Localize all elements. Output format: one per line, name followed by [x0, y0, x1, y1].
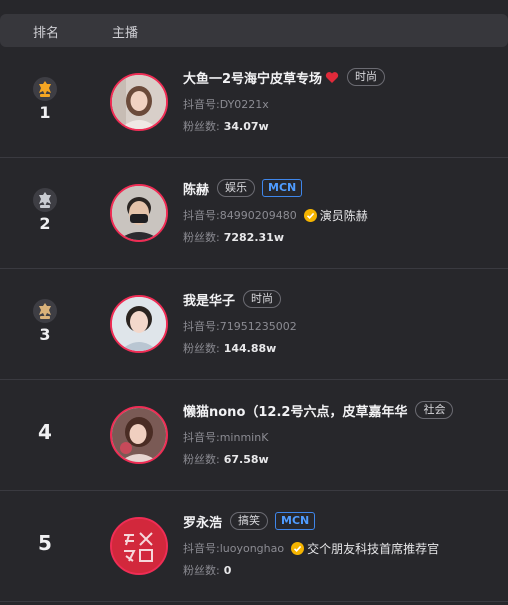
- category-tag: 搞笑: [230, 512, 269, 530]
- table-row[interactable]: 2 陈赫 娱乐 MCN 抖音号:84990209480 演员陈赫 粉丝数: 72…: [0, 158, 508, 269]
- category-tag: 时尚: [243, 290, 282, 308]
- host-column-header: 主播: [112, 26, 139, 41]
- fans-count: 34.07w: [223, 119, 269, 133]
- fans-label: 粉丝数:: [183, 453, 220, 466]
- table-header: 排名 主播: [0, 14, 508, 47]
- verified-icon: [303, 208, 317, 222]
- fans-label: 粉丝数:: [183, 231, 220, 244]
- gold-medal-icon: [33, 77, 57, 101]
- rank-cell: 1: [30, 47, 60, 158]
- verification-text: 演员陈赫: [319, 208, 368, 223]
- table-row[interactable]: 4 懒猫nono（12.2号六点，皮草嘉年华 社会 抖音号:minminK 粉丝…: [0, 380, 508, 491]
- host-name[interactable]: 陈赫: [183, 179, 209, 198]
- verification-text: 交个朋友科技首席推荐官: [307, 541, 440, 556]
- fans-count: 67.58w: [223, 452, 269, 466]
- rank-number: 4: [38, 420, 52, 444]
- host-name[interactable]: 我是华子: [183, 290, 235, 309]
- table-row[interactable]: 1 大鱼一2号海宁皮草专场 时尚 抖音号:DY0221x 粉丝数: 34.07w: [0, 47, 508, 158]
- avatar[interactable]: [110, 517, 168, 575]
- rank-number: 1: [39, 103, 51, 122]
- rank-number: 3: [39, 325, 51, 344]
- bronze-medal-icon: [33, 299, 57, 323]
- avatar[interactable]: [110, 295, 168, 353]
- fans-count: 0: [223, 563, 232, 577]
- fans-label: 粉丝数:: [183, 120, 220, 133]
- avatar[interactable]: [110, 73, 168, 131]
- douyin-id: 抖音号:luoyonghao: [183, 542, 285, 555]
- rank-number: 2: [39, 214, 51, 233]
- mcn-badge: MCN: [262, 179, 303, 197]
- fans-label: 粉丝数:: [183, 342, 220, 355]
- silver-medal-icon: [33, 188, 57, 212]
- host-name[interactable]: 懒猫nono（12.2号六点，皮草嘉年华: [183, 401, 407, 420]
- table-row[interactable]: 3 我是华子 时尚 抖音号:71951235002 粉丝数: 144.88w: [0, 269, 508, 380]
- rank-cell: 3: [30, 269, 60, 380]
- fans-count: 144.88w: [223, 341, 277, 355]
- avatar[interactable]: [110, 184, 168, 242]
- mcn-badge: MCN: [275, 512, 316, 530]
- avatar[interactable]: [110, 406, 168, 464]
- fans-count: 7282.31w: [223, 230, 284, 244]
- heart-icon: [325, 71, 339, 83]
- category-tag: 时尚: [347, 68, 386, 86]
- douyin-id: 抖音号:71951235002: [183, 320, 297, 333]
- category-tag: 娱乐: [217, 179, 256, 197]
- rank-cell: 4: [30, 380, 60, 491]
- rank-cell: 5: [30, 491, 60, 602]
- rank-number: 5: [38, 531, 52, 555]
- fans-label: 粉丝数:: [183, 564, 220, 577]
- host-name[interactable]: 罗永浩: [183, 512, 222, 531]
- douyin-id: 抖音号:84990209480: [183, 209, 297, 222]
- rank-column-header: 排名: [33, 26, 60, 41]
- douyin-id: 抖音号:DY0221x: [183, 98, 269, 111]
- verified-icon: [291, 541, 305, 555]
- douyin-id: 抖音号:minminK: [183, 431, 269, 444]
- rank-cell: 2: [30, 158, 60, 269]
- logo-icon: [112, 519, 166, 573]
- category-tag: 社会: [415, 401, 454, 419]
- host-name[interactable]: 大鱼一2号海宁皮草专场: [183, 68, 322, 87]
- table-row[interactable]: 5 罗永浩 搞笑 MCN 抖音号:luoyonghao 交个朋友科技首席推荐官 …: [0, 491, 508, 602]
